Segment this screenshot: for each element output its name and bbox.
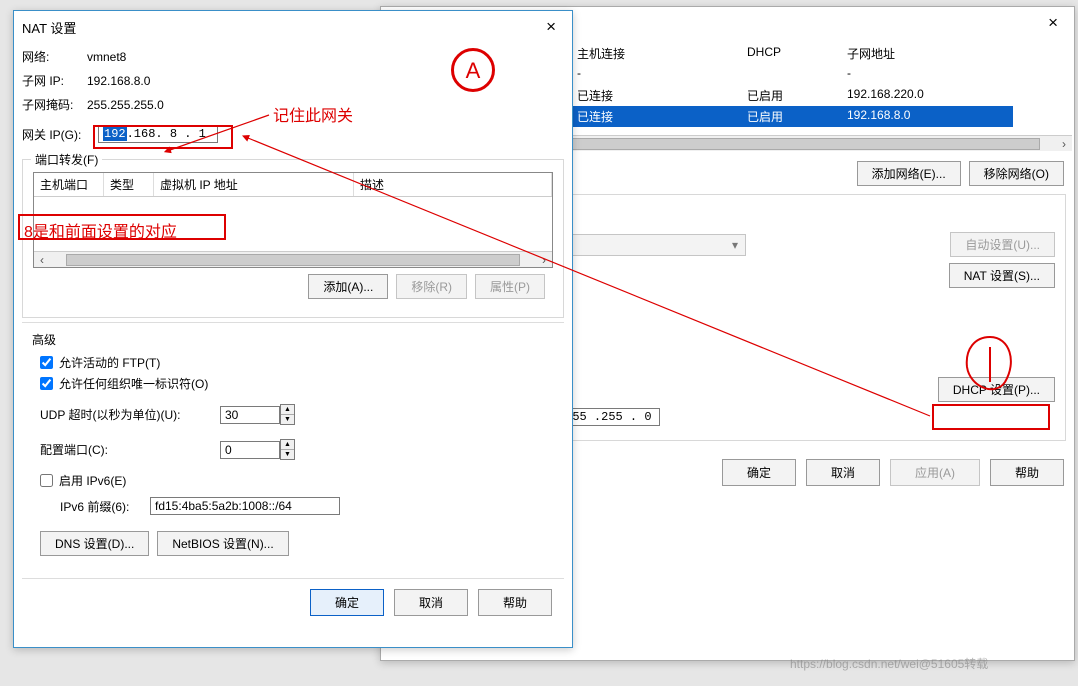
dialog-title: NAT 设置 [22,18,76,37]
editor-ok-button[interactable]: 确定 [722,459,796,486]
col-host: 主机连接 [573,43,743,64]
allow-oui-checkbox[interactable] [40,377,53,390]
netbios-settings-button[interactable]: NetBIOS 设置(N)... [157,531,288,556]
subnet-ip-value: 192.168.8.0 [87,74,150,88]
pf-scrollbar[interactable]: ‹ › [34,251,552,267]
remove-network-button[interactable]: 移除网络(O) [969,161,1064,186]
subnet-mask-label: 子网掩码: [22,96,87,113]
col-vmip: 虚拟机 IP 地址 [154,173,354,196]
pf-remove-button: 移除(R) [396,274,467,299]
nat-settings-button[interactable]: NAT 设置(S)... [949,263,1055,288]
scroll-thumb[interactable] [66,254,520,266]
port-forward-body[interactable] [34,197,552,251]
col-type: 类型 [104,173,154,196]
udp-timeout-label: UDP 超时(以秒为单位)(U): [40,406,220,423]
subnet-mask-value: 255.255.255.0 [87,98,164,112]
spin-down-icon[interactable]: ▼ [281,450,294,459]
editor-cancel-button[interactable]: 取消 [806,459,880,486]
scroll-left-icon[interactable]: ‹ [34,253,50,267]
network-value: vmnet8 [87,50,126,64]
editor-apply-button: 应用(A) [890,459,980,486]
enable-ipv6-checkbox[interactable] [40,474,53,487]
scroll-right-icon[interactable]: › [1056,137,1072,151]
advanced-title: 高级 [32,327,554,352]
ipv6-prefix-label: IPv6 前缀(6): [60,498,150,515]
ann-marker-a: A [451,48,495,92]
col-hostport: 主机端口 [34,173,104,196]
network-label: 网络: [22,48,87,65]
pf-add-button[interactable]: 添加(A)... [308,274,388,299]
editor-help-button[interactable]: 帮助 [990,459,1064,486]
config-port-label: 配置端口(C): [40,441,220,458]
ipv6-prefix-input[interactable] [150,497,340,515]
advanced-group: 高级 允许活动的 FTP(T) 允许任何组织唯一标识符(O) UDP 超时(以秒… [22,327,564,574]
ann-scribble [955,327,1025,397]
config-port-input[interactable] [220,441,280,459]
udp-timeout-input[interactable] [220,406,280,424]
nat-titlebar: NAT 设置 × [14,11,572,43]
col-sub: 子网地址 [843,43,1013,64]
spin-up-icon[interactable]: ▲ [281,440,294,450]
gateway-label: 网关 IP(G): [22,126,98,143]
spin-down-icon[interactable]: ▼ [281,415,294,424]
gateway-ip-input[interactable]: 192.168. 8 . 1 [98,125,218,143]
cancel-button[interactable]: 取消 [394,589,468,616]
allow-ftp-label: 允许活动的 FTP(T) [59,354,160,371]
auto-settings-button: 自动设置(U)... [950,232,1055,257]
dns-settings-button[interactable]: DNS 设置(D)... [40,531,149,556]
port-forward-table: 主机端口 类型 虚拟机 IP 地址 描述 ‹ › [33,172,553,268]
enable-ipv6-label: 启用 IPv6(E) [59,472,126,489]
col-desc: 描述 [354,173,552,196]
close-icon[interactable]: × [538,15,564,39]
watermark: https://blog.csdn.net/wei@51605转载 [790,655,988,672]
subnet-ip-label: 子网 IP: [22,72,87,89]
spin-up-icon[interactable]: ▲ [281,405,294,415]
scroll-right-icon[interactable]: › [536,253,552,267]
close-icon[interactable]: × [1040,11,1066,35]
help-button[interactable]: 帮助 [478,589,552,616]
nat-settings-dialog: NAT 设置 × 网络: vmnet8 子网 IP: 192.168.8.0 子… [13,10,573,648]
port-forward-title: 端口转发(F) [31,151,102,168]
add-network-button[interactable]: 添加网络(E)... [857,161,961,186]
port-forward-group: 端口转发(F) 主机端口 类型 虚拟机 IP 地址 描述 ‹ › 添加(A)..… [22,159,564,318]
allow-oui-label: 允许任何组织唯一标识符(O) [59,375,208,392]
pf-props-button: 属性(P) [475,274,545,299]
allow-ftp-checkbox[interactable] [40,356,53,369]
ok-button[interactable]: 确定 [310,589,384,616]
col-dhcp: DHCP [743,43,843,64]
